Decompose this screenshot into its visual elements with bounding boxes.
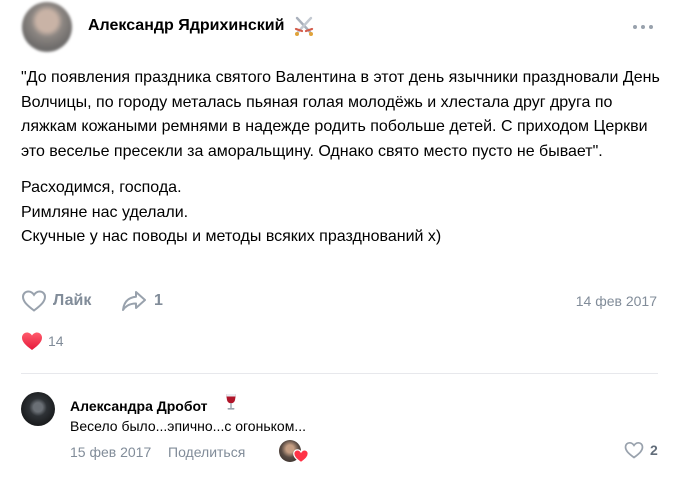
reactions-count: 14 (48, 333, 64, 349)
wine-glass-icon (226, 394, 236, 410)
heart-outline-icon (624, 441, 644, 459)
heart-reaction-icon (293, 449, 309, 463)
author-name[interactable]: Александр Ядрихинский (88, 17, 284, 35)
comment-like-button[interactable]: 2 (624, 441, 658, 459)
author-avatar[interactable] (22, 2, 72, 52)
reactions-summary[interactable]: 14 (21, 331, 64, 351)
comment-author-avatar[interactable] (21, 392, 55, 426)
share-button[interactable]: 1 (120, 289, 163, 313)
comment-share-link[interactable]: Поделиться (168, 444, 245, 460)
share-arrow-icon (122, 291, 146, 311)
post-paragraph-2: Расходимся, господа. Римляне нас уделали… (21, 179, 442, 245)
post-card: Александр Ядрихинский "До появления праз… (0, 0, 679, 479)
like-button[interactable]: Лайк (21, 289, 91, 313)
comment-text: Весело было...эпично...с огоньком... (70, 418, 306, 434)
heart-outline-icon (21, 290, 47, 312)
like-label: Лайк (53, 292, 92, 309)
post-paragraph-1: "До появления праздника святого Валентин… (21, 69, 660, 160)
share-count: 1 (154, 292, 163, 309)
comment-like-count: 2 (650, 442, 658, 458)
divider (21, 373, 658, 374)
post-text: "До появления праздника святого Валентин… (21, 66, 666, 262)
crossed-swords-badge-icon (294, 16, 314, 36)
more-icon[interactable] (630, 18, 656, 36)
comment-date[interactable]: 15 фев 2017 (70, 444, 151, 460)
comment-author-name[interactable]: Александра Дробот (70, 398, 208, 414)
heart-reaction-icon (22, 332, 42, 350)
post-date[interactable]: 14 фев 2017 (576, 293, 657, 309)
